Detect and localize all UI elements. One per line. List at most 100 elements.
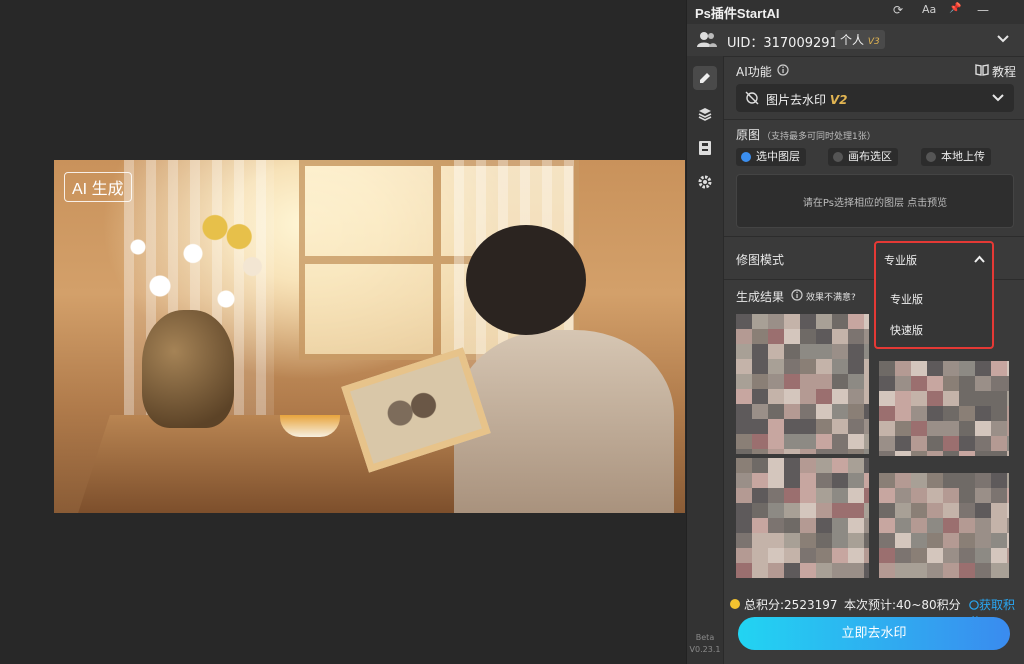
mosaic-pixel [736, 488, 752, 503]
mode-option-pro[interactable]: 专业版 [890, 291, 923, 307]
result-thumbnail-2[interactable] [879, 361, 1009, 456]
chevron-down-icon[interactable] [997, 35, 1009, 44]
mosaic-pixel [832, 503, 848, 518]
mosaic-pixel [848, 404, 864, 419]
mosaic-pixel [848, 449, 864, 454]
ai-function-select[interactable]: 图片去水印 V2 [736, 84, 1014, 112]
mosaic-pixel [927, 473, 943, 488]
mosaic-pixel [800, 503, 816, 518]
mosaic-pixel [848, 314, 864, 329]
mosaic-pixel [879, 421, 895, 436]
result-thumbnail-3[interactable] [736, 458, 869, 578]
mosaic-pixel [975, 451, 991, 456]
mosaic-pixel [736, 533, 752, 548]
mosaic-pixel [752, 404, 768, 419]
minimize-icon[interactable]: — [977, 3, 989, 17]
source-preview-area[interactable]: 请在Ps选择相应的图层 点击预览 [736, 174, 1014, 228]
mosaic-pixel [832, 404, 848, 419]
feedback-link[interactable]: 效果不满意? [806, 290, 856, 303]
pencil-icon [700, 73, 710, 83]
radio-canvas-selection[interactable]: 画布选区 [828, 148, 898, 166]
mosaic-pixel [864, 503, 869, 518]
info-icon[interactable] [777, 64, 789, 76]
mosaic-pixel [895, 533, 911, 548]
font-size-icon[interactable]: Aa [922, 3, 936, 16]
selected-function: 图片去水印 V2 [766, 91, 847, 108]
mosaic-pixel [975, 421, 991, 436]
mosaic-pixel [768, 518, 784, 533]
mode-dropdown[interactable]: 专业版 专业版 快速版 [874, 241, 994, 349]
mosaic-pixel [784, 533, 800, 548]
canvas-image: AI 生成 [54, 160, 685, 513]
mosaic-pixel [1007, 503, 1009, 518]
mosaic-pixel [784, 503, 800, 518]
mosaic-pixel [784, 419, 800, 434]
mosaic-pixel [800, 344, 816, 359]
mosaic-pixel [752, 548, 768, 563]
mosaic-pixel [848, 548, 864, 563]
result-thumbnail-1[interactable] [736, 314, 869, 454]
mosaic-pixel [864, 563, 869, 578]
mosaic-pixel [927, 406, 943, 421]
mosaic-pixel [768, 503, 784, 518]
refresh-icon[interactable]: ⟳ [893, 3, 903, 17]
mosaic-pixel [768, 314, 784, 329]
chevron-up-icon [974, 255, 985, 263]
user-bar[interactable]: UID：317009291 个人 V3 [687, 24, 1024, 57]
mosaic-pixel [784, 404, 800, 419]
mosaic-pixel [959, 391, 975, 406]
info-icon[interactable] [791, 289, 803, 301]
no-watermark-icon [745, 91, 759, 105]
mosaic-pixel [879, 518, 895, 533]
pin-icon[interactable]: 📌 [949, 3, 961, 14]
mosaic-pixel [816, 473, 832, 488]
nav-layers[interactable] [693, 102, 717, 126]
tutorial-link[interactable]: 教程 [992, 63, 1016, 80]
nav-save[interactable] [693, 136, 717, 160]
mosaic-pixel [895, 503, 911, 518]
mosaic-pixel [1007, 436, 1009, 451]
mosaic-pixel [959, 451, 975, 456]
source-label: 原图 [736, 128, 761, 142]
mosaic-pixel [752, 563, 768, 578]
mode-selected: 专业版 [884, 254, 917, 267]
radio-selected-layer[interactable]: 选中图层 [736, 148, 806, 166]
radio-local-upload[interactable]: 本地上传 [921, 148, 991, 166]
mosaic-pixel [943, 473, 959, 488]
mosaic-pixel [736, 314, 752, 329]
nav-settings[interactable] [693, 170, 717, 194]
mode-option-fast[interactable]: 快速版 [890, 322, 923, 338]
mosaic-pixel [991, 406, 1007, 421]
mosaic-pixel [975, 473, 991, 488]
mosaic-pixel [800, 374, 816, 389]
mosaic-pixel [800, 518, 816, 533]
mosaic-pixel [768, 374, 784, 389]
mosaic-pixel [848, 434, 864, 449]
mosaic-pixel [927, 376, 943, 391]
user-level: 个人 V3 [835, 30, 885, 49]
mosaic-pixel [784, 434, 800, 449]
mosaic-pixel [943, 451, 959, 456]
mosaic-pixel [752, 488, 768, 503]
result-thumbnail-4[interactable] [879, 473, 1009, 578]
mosaic-pixel [911, 518, 927, 533]
mosaic-pixel [895, 361, 911, 376]
mosaic-pixel [927, 533, 943, 548]
mosaic-pixel [895, 488, 911, 503]
remove-watermark-button[interactable]: 立即去水印 [738, 617, 1010, 650]
mosaic-pixel [816, 374, 832, 389]
chevron-down-icon [992, 94, 1004, 102]
mosaic-pixel [848, 533, 864, 548]
version-number: V0.23.1 [689, 645, 721, 654]
mosaic-pixel [991, 518, 1007, 533]
mosaic-pixel [1007, 518, 1009, 533]
mosaic-pixel [848, 488, 864, 503]
mosaic-pixel [736, 359, 752, 374]
mode-label: 修图模式 [736, 253, 785, 267]
mosaic-pixel [975, 533, 991, 548]
nav-edit[interactable] [693, 66, 717, 90]
girl-hair [466, 225, 586, 335]
mosaic-pixel [832, 344, 848, 359]
mosaic-pixel [800, 404, 816, 419]
mosaic-pixel [784, 458, 800, 473]
